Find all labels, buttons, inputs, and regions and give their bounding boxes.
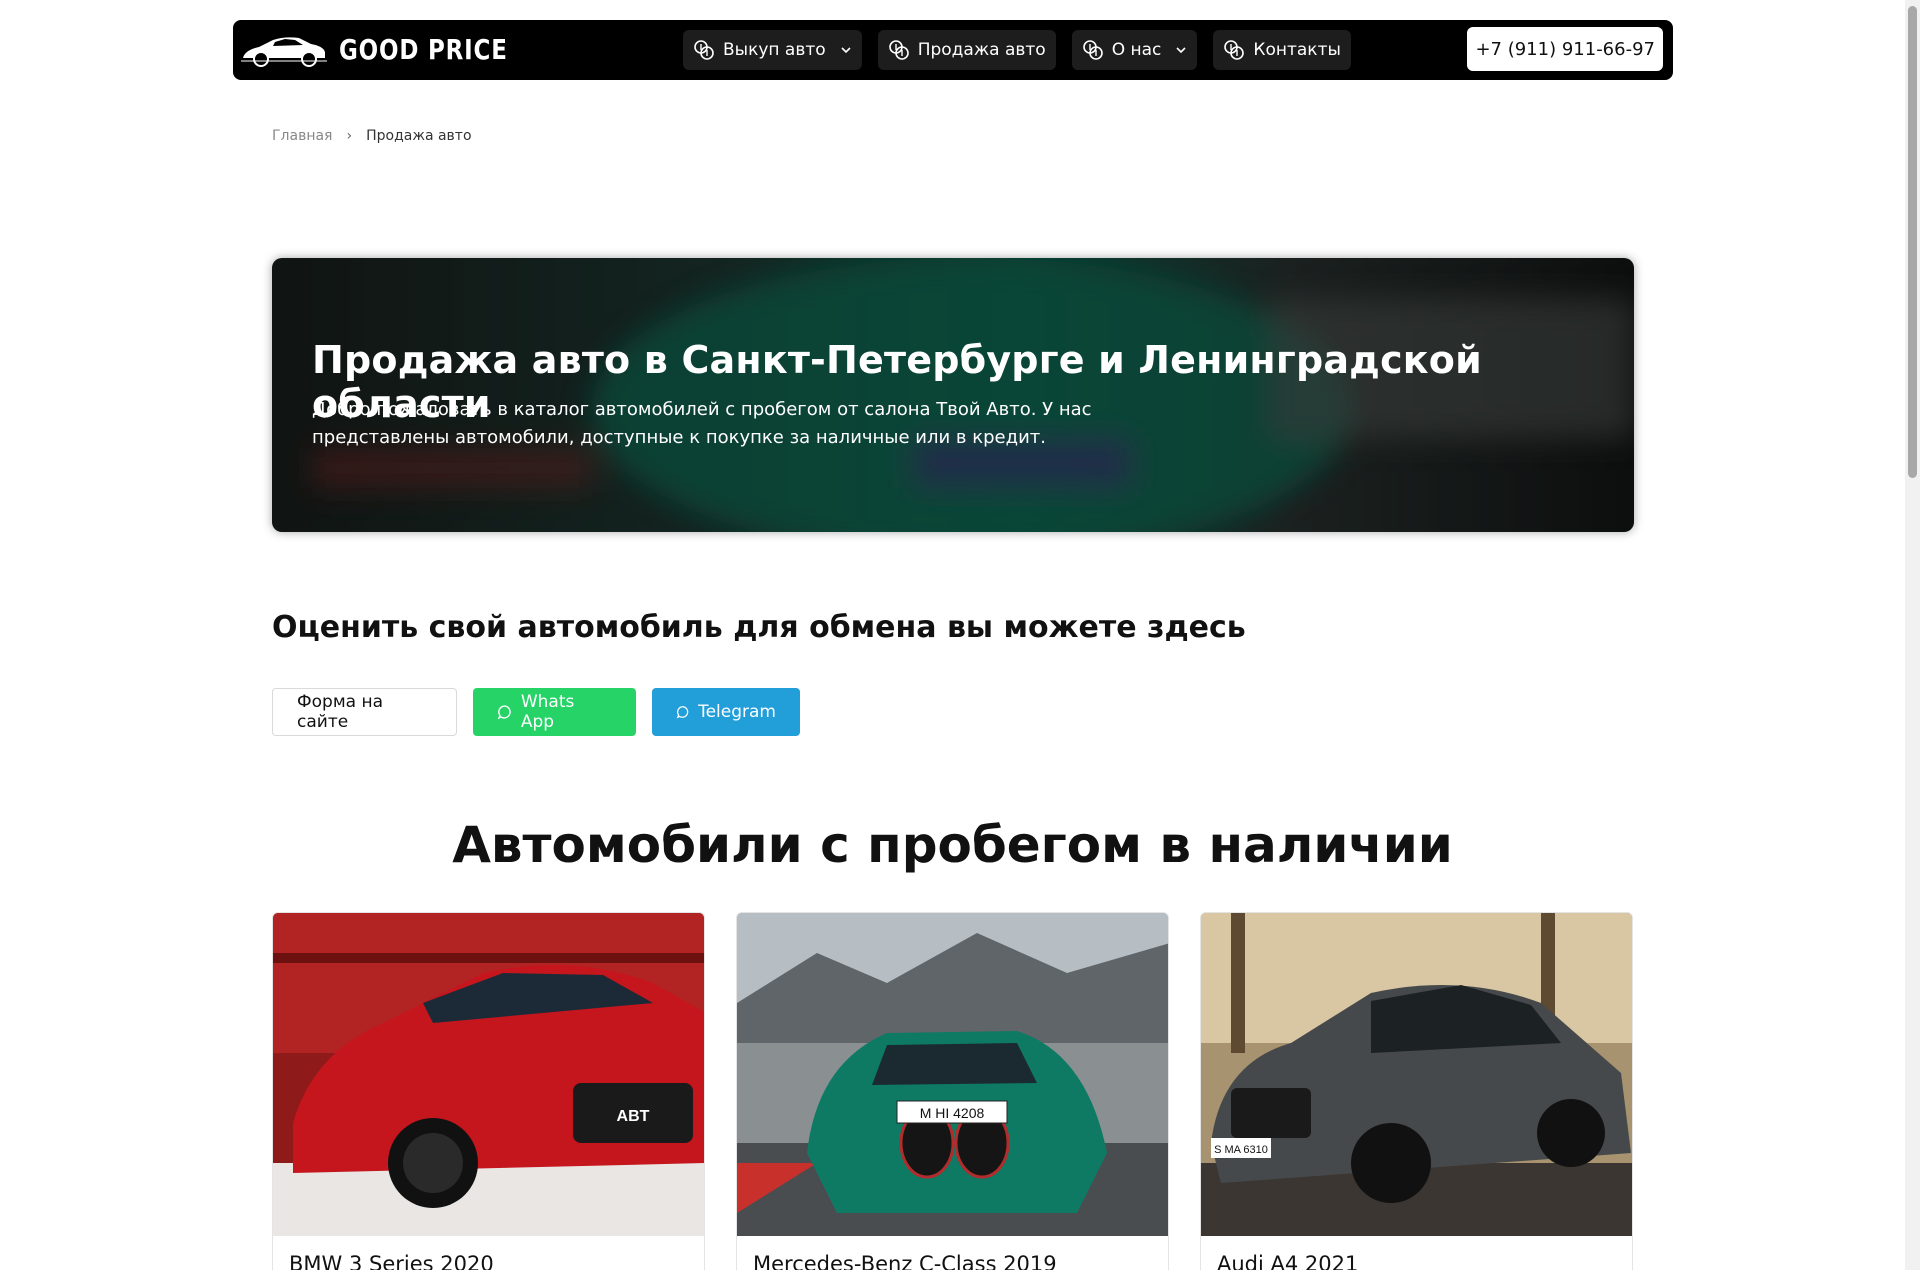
telegram-button-label: Telegram bbox=[698, 702, 776, 722]
car-plate-text: M HI 4208 bbox=[920, 1105, 985, 1121]
site-header: GOOD PRICE Выкуп авто Продажа авто О нас… bbox=[233, 20, 1673, 80]
car-photo-green: M HI 4208 bbox=[737, 913, 1168, 1236]
car-logo-icon bbox=[241, 37, 327, 67]
coins-icon bbox=[1082, 40, 1103, 60]
nav-item-label: О нас bbox=[1111, 40, 1162, 60]
telegram-button[interactable]: Telegram bbox=[652, 688, 800, 736]
car-photo-red: ABT bbox=[273, 913, 704, 1236]
coins-icon bbox=[694, 40, 714, 60]
logo-text: GOOD PRICE bbox=[339, 32, 508, 66]
nav-item-o-nas[interactable]: О нас bbox=[1071, 30, 1198, 70]
scrollbar-thumb[interactable] bbox=[1908, 6, 1917, 478]
breadcrumb: Главная › Продажа авто bbox=[272, 128, 472, 144]
chat-bubble-icon bbox=[676, 706, 689, 719]
car-name: Audi A4 2021 bbox=[1217, 1252, 1359, 1270]
main-nav: Выкуп авто Продажа авто О нас Контакты bbox=[683, 30, 1351, 70]
car-cards: ABT BMW 3 Series 2020 M HI 4208 Mercedes… bbox=[272, 912, 1633, 1270]
chat-bubble-icon bbox=[497, 705, 511, 720]
nav-item-label: Контакты bbox=[1253, 40, 1341, 60]
coins-icon bbox=[888, 40, 909, 60]
nav-item-label: Выкуп авто bbox=[723, 40, 826, 60]
car-card[interactable]: M HI 4208 Mercedes-Benz C-Class 2019 bbox=[736, 912, 1169, 1270]
car-photo-grey: S MA 6310 bbox=[1201, 913, 1632, 1236]
car-plate-text: ABT bbox=[617, 1108, 650, 1125]
car-plate-text: S MA 6310 bbox=[1214, 1144, 1268, 1156]
nav-item-vykup[interactable]: Выкуп авто bbox=[683, 30, 862, 70]
car-name: Mercedes-Benz C-Class 2019 bbox=[753, 1252, 1057, 1270]
cars-section-heading: Автомобили с пробегом в наличии bbox=[452, 816, 1453, 874]
phone-button[interactable]: +7 (911) 911-66-97 bbox=[1467, 27, 1663, 71]
breadcrumb-separator: › bbox=[346, 128, 353, 144]
car-card[interactable]: ABT BMW 3 Series 2020 bbox=[272, 912, 705, 1270]
hero-description: Добро пожаловать в каталог автомобилей с… bbox=[312, 399, 1092, 448]
nav-item-prodazha[interactable]: Продажа авто bbox=[877, 30, 1056, 70]
whatsapp-button[interactable]: Whats App bbox=[473, 688, 636, 736]
logo[interactable]: GOOD PRICE bbox=[239, 28, 545, 70]
whatsapp-button-label: Whats App bbox=[520, 692, 575, 732]
site-form-button[interactable]: Форма на сайте bbox=[272, 688, 457, 736]
coins-icon bbox=[1224, 40, 1245, 60]
nav-item-kontakty[interactable]: Контакты bbox=[1213, 30, 1351, 70]
breadcrumb-current: Продажа авто bbox=[366, 128, 472, 144]
evaluate-heading: Оценить свой автомобиль для обмена вы мо… bbox=[272, 610, 1246, 645]
chevron-down-icon bbox=[1176, 47, 1186, 54]
breadcrumb-home-link[interactable]: Главная bbox=[272, 128, 332, 144]
site-form-button-label: Форма на сайте bbox=[297, 692, 384, 732]
chevron-down-icon bbox=[841, 47, 851, 54]
evaluate-buttons: Форма на сайте Whats App Telegram bbox=[272, 688, 800, 736]
car-name: BMW 3 Series 2020 bbox=[289, 1252, 494, 1270]
page-scrollbar[interactable] bbox=[1905, 0, 1920, 1270]
nav-item-label: Продажа авто bbox=[917, 40, 1046, 60]
car-card[interactable]: S MA 6310 Audi A4 2021 bbox=[1200, 912, 1633, 1270]
hero-banner: Продажа авто в Санкт-Петербурге и Ленинг… bbox=[272, 258, 1634, 532]
